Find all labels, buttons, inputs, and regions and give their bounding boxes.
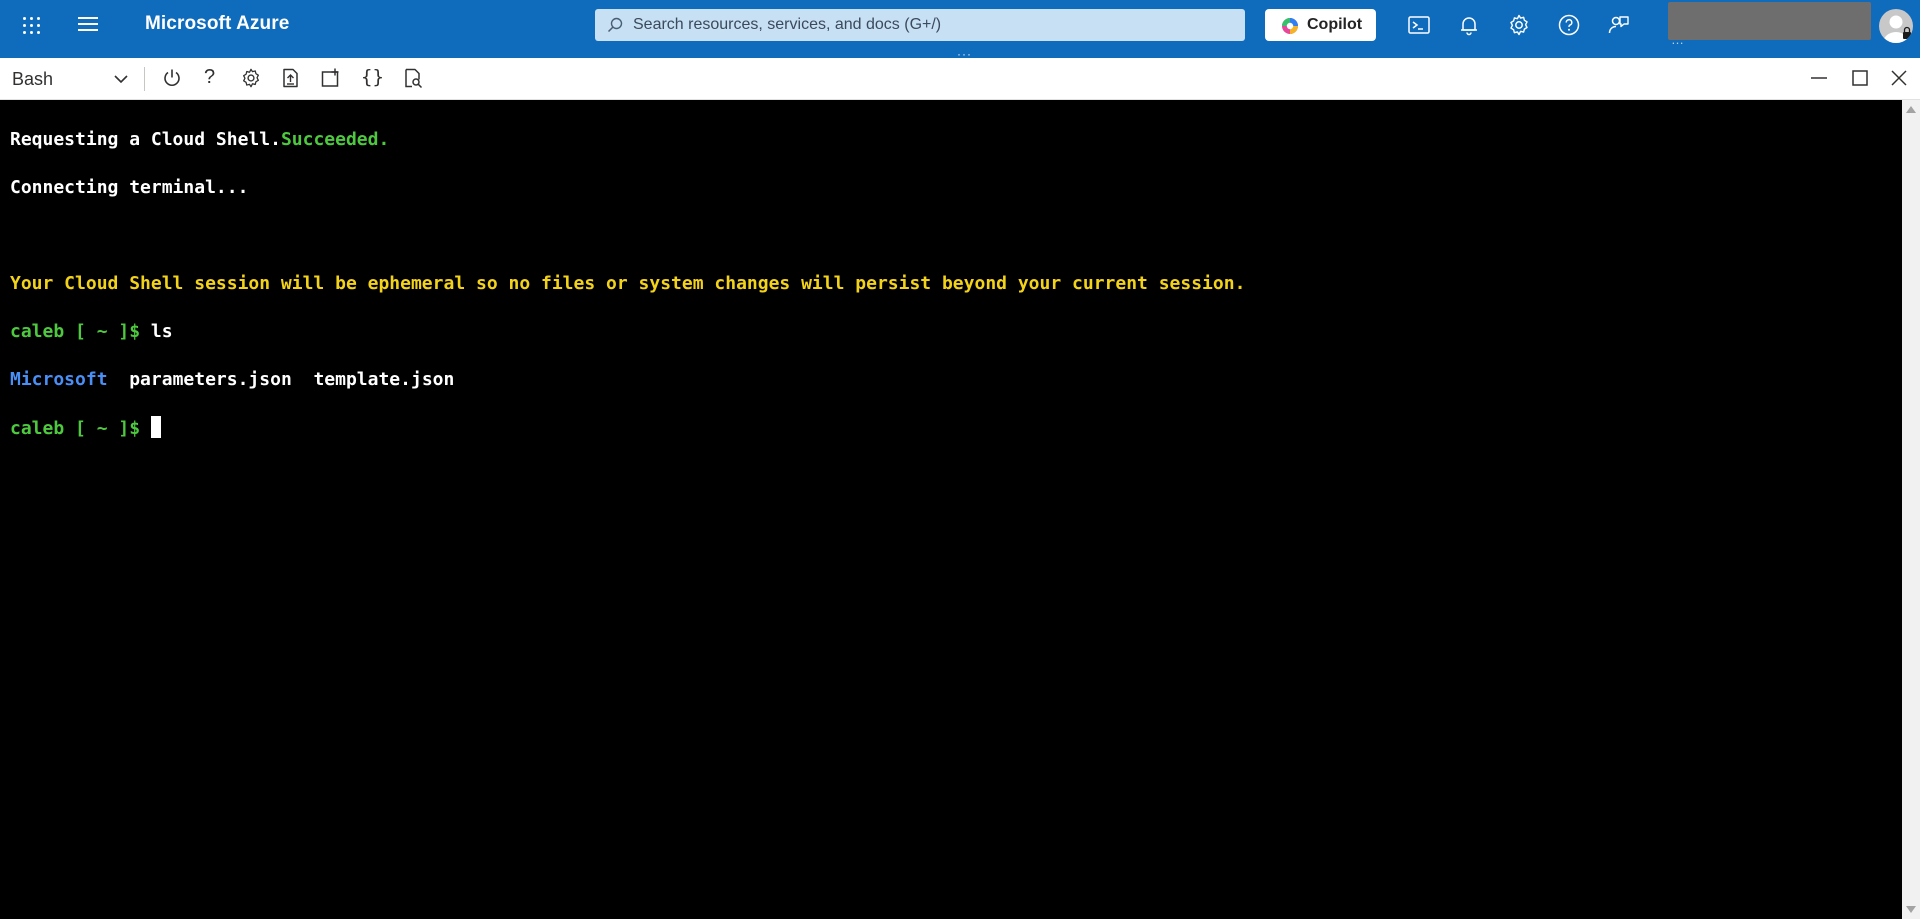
terminal-line: caleb [ ~ ]$ ls: [10, 320, 1902, 344]
terminal-scrollbar[interactable]: [1902, 100, 1920, 919]
account-subtext: …: [1671, 32, 1684, 47]
cloud-shell-icon[interactable]: [1407, 13, 1431, 37]
terminal-line: Connecting terminal...: [10, 176, 1902, 200]
azure-header: Microsoft Azure Search resources, servic…: [0, 0, 1920, 50]
search-input[interactable]: Search resources, services, and docs (G+…: [595, 9, 1245, 41]
terminal-cursor: [150, 416, 161, 438]
upload-download-icon[interactable]: [280, 67, 302, 89]
ls-directory: Microsoft: [10, 369, 108, 390]
maximize-icon[interactable]: [1849, 67, 1871, 89]
terminal-line: Requesting a Cloud Shell.Succeeded.: [10, 128, 1902, 152]
editor-braces-icon[interactable]: {}: [361, 66, 384, 88]
cloud-shell-toolbar: Bash ? {}: [0, 58, 1920, 100]
help-icon[interactable]: [1557, 13, 1581, 37]
copilot-button[interactable]: Copilot: [1265, 9, 1376, 41]
shell-environment-select[interactable]: Bash: [0, 58, 136, 99]
waffle-icon[interactable]: [18, 12, 44, 38]
command-text: ls: [150, 321, 173, 342]
ls-files: parameters.json template.json: [107, 369, 455, 390]
shell-prompt: caleb [ ~ ]$: [10, 418, 141, 439]
close-icon[interactable]: [1888, 67, 1910, 89]
chevron-down-icon: [114, 75, 128, 84]
minimize-icon[interactable]: [1808, 67, 1830, 89]
account-info[interactable]: …: [1668, 0, 1871, 50]
gear-icon[interactable]: [240, 67, 262, 89]
copilot-icon: [1282, 18, 1298, 34]
bell-icon[interactable]: [1457, 13, 1481, 37]
terminal-output[interactable]: Requesting a Cloud Shell.Succeeded. Conn…: [0, 100, 1902, 919]
power-icon[interactable]: [161, 67, 183, 89]
request-text: Requesting a Cloud Shell.: [10, 129, 281, 150]
brand-title[interactable]: Microsoft Azure: [145, 13, 289, 35]
ephemeral-warning: Your Cloud Shell session will be ephemer…: [10, 273, 1246, 294]
shell-environment-label: Bash: [12, 69, 54, 89]
status-succeeded: Succeeded.: [280, 129, 390, 150]
avatar-icon[interactable]: [1879, 9, 1913, 43]
search-placeholder: Search resources, services, and docs (G+…: [633, 16, 942, 33]
avatar-silhouette-icon: [1883, 15, 1911, 43]
panel-resize-splitter[interactable]: ···: [0, 47, 1920, 61]
scroll-up-icon[interactable]: [1906, 106, 1916, 113]
copilot-label: Copilot: [1307, 16, 1363, 33]
terminal-line: Microsoft parameters.json template.json: [10, 368, 1902, 392]
web-preview-icon[interactable]: [402, 67, 424, 89]
help-icon[interactable]: ?: [204, 66, 215, 89]
search-icon: [607, 17, 623, 33]
feedback-icon[interactable]: [1607, 13, 1631, 37]
shell-prompt: caleb [ ~ ]$: [10, 321, 141, 342]
terminal-line: caleb [ ~ ]$: [10, 416, 1902, 440]
new-session-icon[interactable]: [320, 67, 342, 89]
terminal-line: Your Cloud Shell session will be ephemer…: [10, 272, 1902, 296]
account-name-redacted: [1668, 2, 1871, 40]
hamburger-icon[interactable]: [78, 17, 98, 33]
gear-icon[interactable]: [1507, 13, 1531, 37]
scroll-down-icon[interactable]: [1906, 906, 1916, 913]
toolbar-divider: [144, 67, 145, 91]
connecting-text: Connecting terminal...: [10, 177, 249, 198]
